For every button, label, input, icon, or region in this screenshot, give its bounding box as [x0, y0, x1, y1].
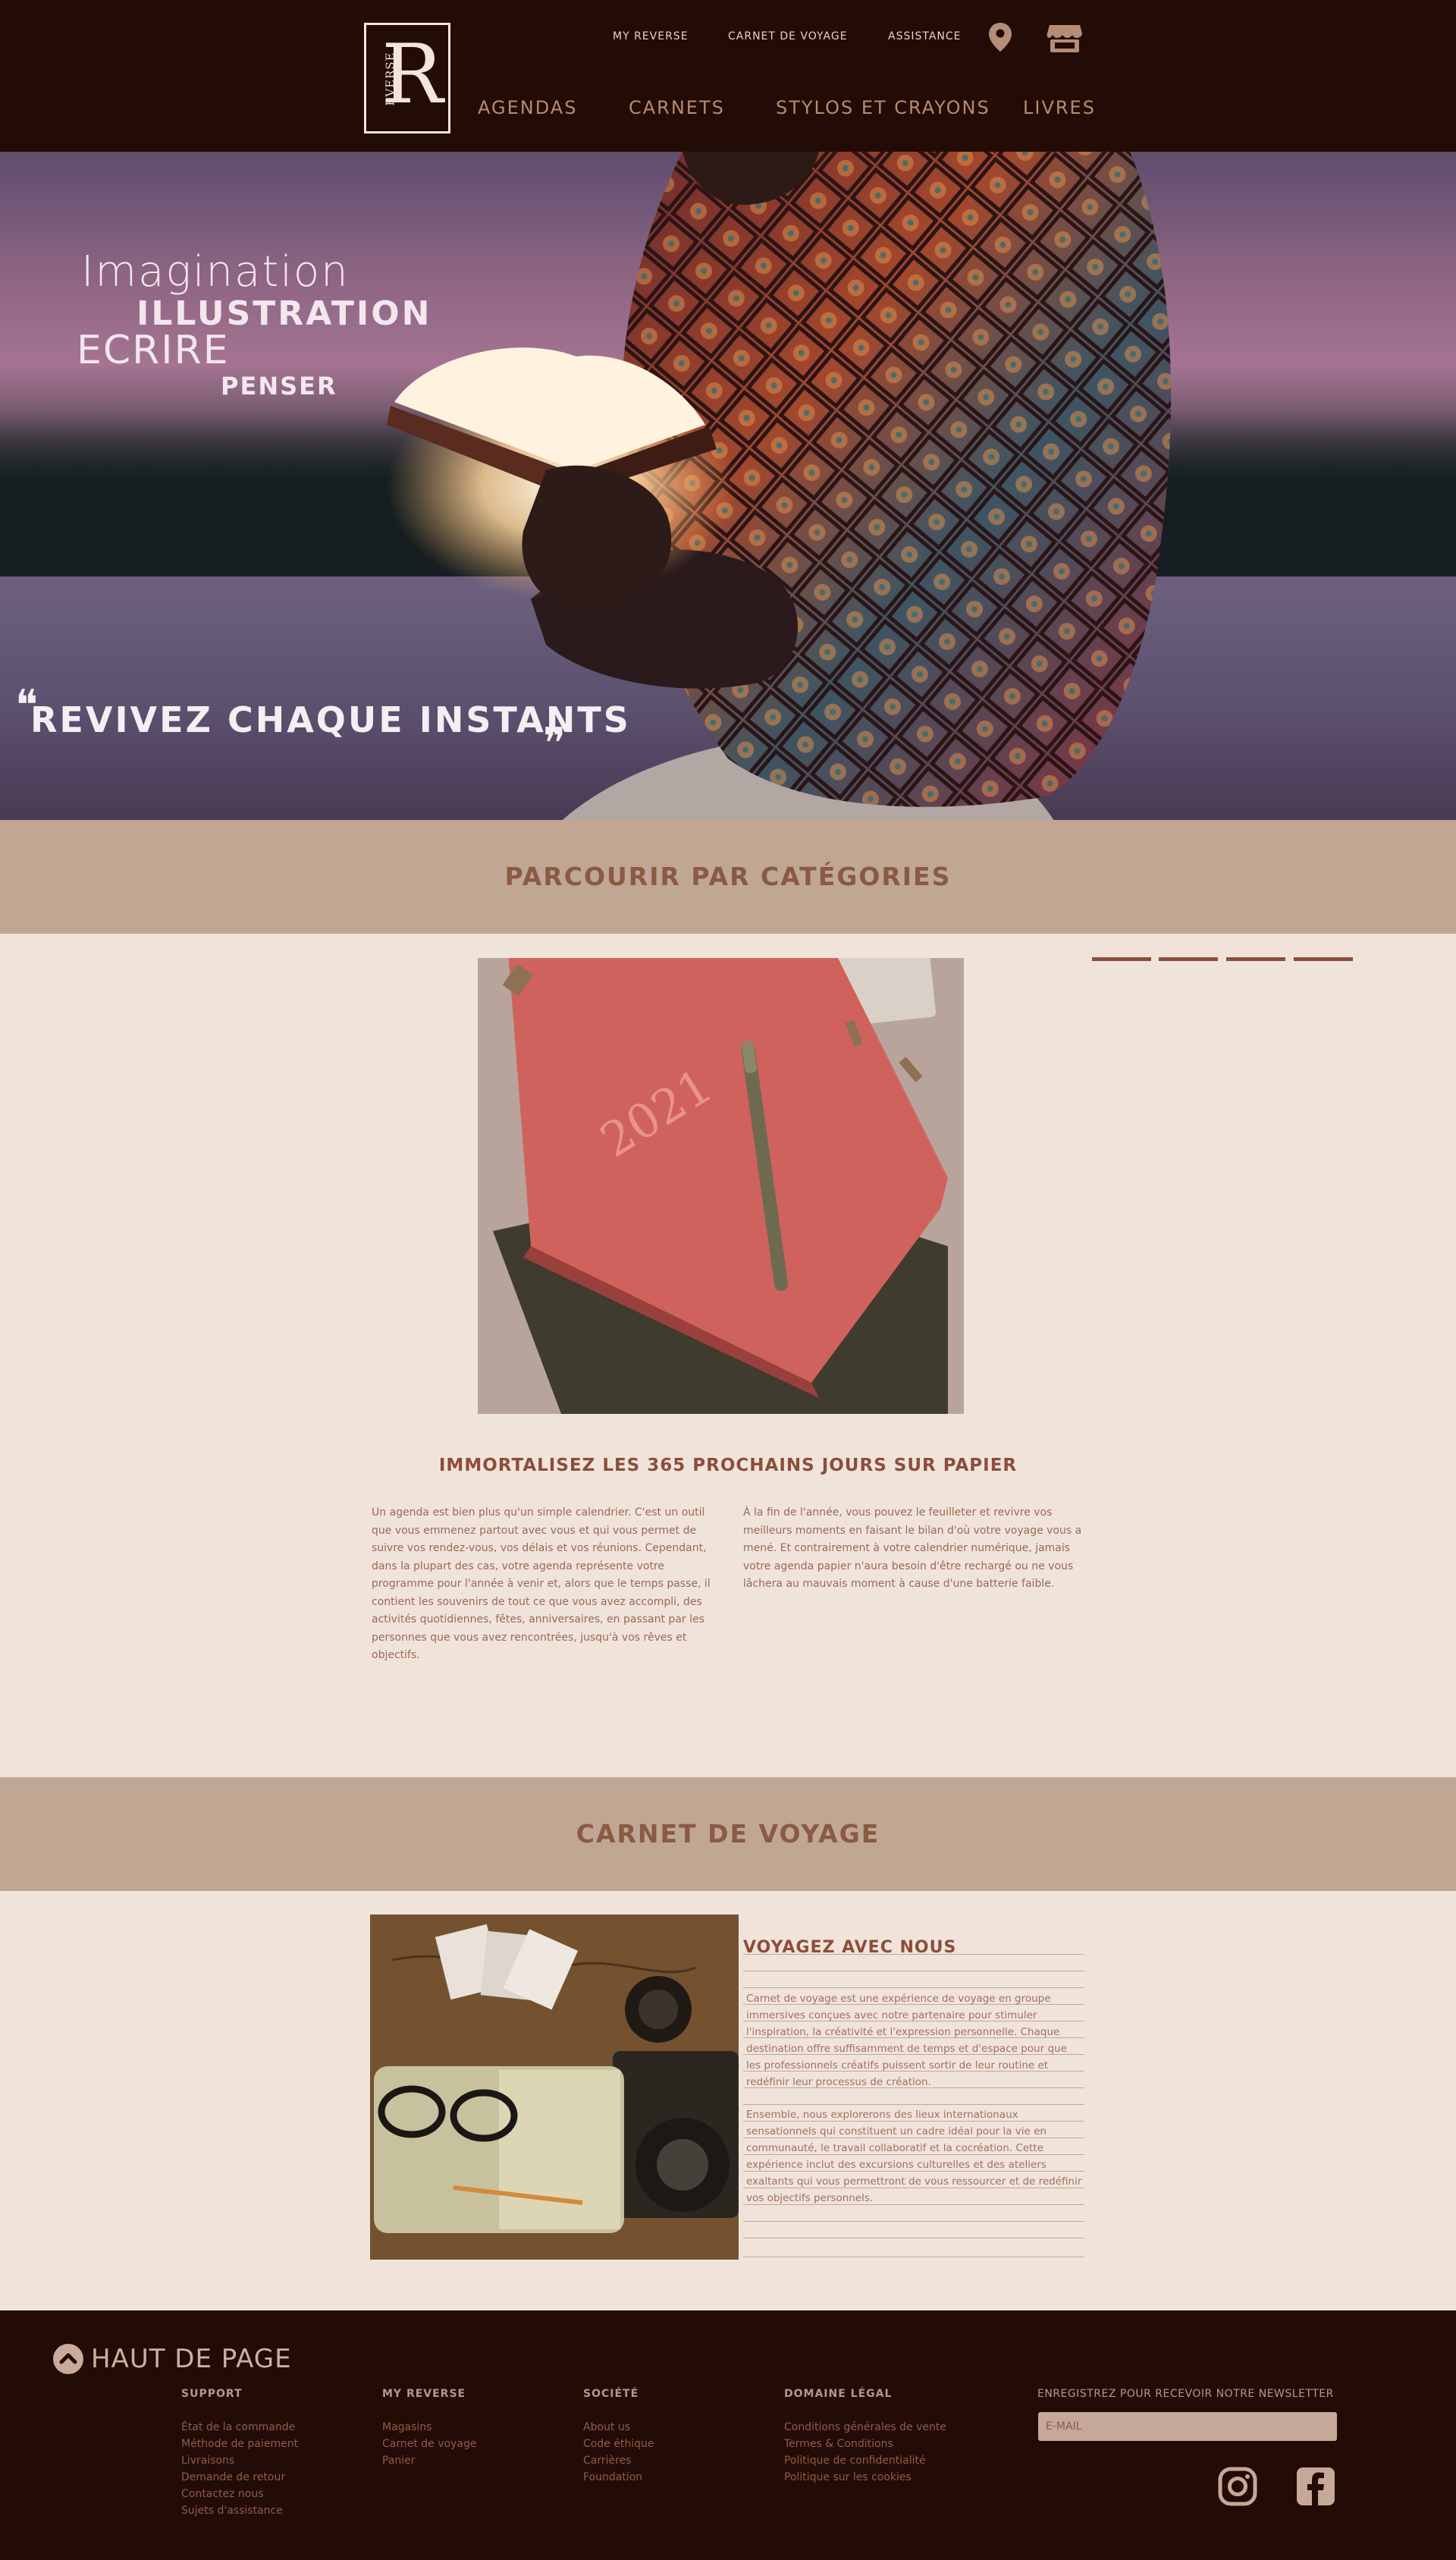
newsletter-label: ENREGISTREZ POUR RECEVOIR NOTRE NEWSLETT…	[1037, 2388, 1334, 2400]
footer-link[interactable]: Méthode de paiement	[181, 2436, 298, 2452]
ruled-line	[743, 2221, 1084, 2222]
ruled-line	[743, 2104, 1084, 2105]
footer-link[interactable]: Livraisons	[181, 2452, 298, 2469]
store-icon[interactable]	[1046, 23, 1083, 56]
footer-link[interactable]: Termes & Conditions	[784, 2436, 946, 2452]
hero-word-ecrire: ECRIRE	[77, 328, 230, 373]
footer-link[interactable]: Sujets d'assistance	[181, 2502, 298, 2519]
footer-link[interactable]: État de la commande	[181, 2419, 298, 2436]
facebook-icon[interactable]	[1295, 2466, 1336, 2510]
footer-link[interactable]: Panier	[382, 2452, 476, 2469]
site-footer: HAUT DE PAGE SUPPORT État de la commande…	[0, 2310, 1456, 2560]
travel-paragraph-1: Carnet de voyage est une expérience de v…	[746, 1993, 1067, 2088]
footer-link[interactable]: Carnet de voyage	[382, 2436, 476, 2452]
nav-livres[interactable]: LIVRES	[1023, 97, 1096, 118]
footer-heading: MY REVERSE	[382, 2388, 466, 2400]
footer-link[interactable]: Carrières	[583, 2452, 654, 2469]
hero-word-penser: PENSER	[221, 372, 337, 400]
footer-link[interactable]: Foundation	[583, 2469, 654, 2486]
footer-column-domaine-legal: DOMAINE LÉGAL Conditions générales de ve…	[784, 2388, 946, 2486]
agenda-paragraph-left: Un agenda est bien plus qu'un simple cal…	[372, 1506, 711, 1661]
nav-agendas[interactable]: AGENDAS	[478, 97, 577, 118]
footer-heading: DOMAINE LÉGAL	[784, 2388, 893, 2400]
travel-band-title: CARNET DE VOYAGE	[576, 1819, 880, 1849]
footer-link[interactable]: Contactez nous	[181, 2486, 298, 2502]
travel-paragraph-2: Ensemble, nous explorerons des lieux int…	[746, 2109, 1082, 2204]
top-link-my-reverse[interactable]: MY REVERSE	[613, 30, 689, 42]
nav-stylos-et-crayons[interactable]: STYLOS ET CRAYONS	[776, 97, 990, 118]
newsletter-email-input[interactable]	[1038, 2412, 1337, 2441]
footer-link[interactable]: About us	[583, 2419, 654, 2436]
back-to-top-button[interactable]: HAUT DE PAGE	[53, 2344, 292, 2374]
footer-link[interactable]: Code éthique	[583, 2436, 654, 2452]
hero-quote: REVIVEZ CHAQUE INSTANTS	[30, 699, 631, 740]
chevron-up-icon	[53, 2344, 83, 2374]
categories-band: PARCOURIR PAR CATÉGORIES	[0, 820, 1456, 934]
travel-photo[interactable]	[370, 1915, 739, 2260]
back-to-top-label: HAUT DE PAGE	[91, 2344, 292, 2374]
logo-wordmark: EVERSE	[383, 52, 397, 106]
top-link-carnet-de-voyage[interactable]: CARNET DE VOYAGE	[728, 30, 848, 42]
footer-column-societe: SOCIÉTÉ About us Code éthique Carrières …	[583, 2388, 654, 2486]
footer-heading: SUPPORT	[181, 2388, 243, 2400]
footer-column-support: SUPPORT État de la commande Méthode de p…	[181, 2388, 298, 2519]
agenda-paragraph-right: À la fin de l'année, vous pouvez le feui…	[743, 1506, 1082, 1590]
hero-word-imagination: Imagination	[81, 247, 350, 297]
instagram-icon[interactable]	[1217, 2466, 1258, 2510]
slider-indicator-3[interactable]	[1226, 957, 1285, 961]
top-link-assistance[interactable]: ASSISTANCE	[888, 30, 962, 42]
footer-link[interactable]: Demande de retour	[181, 2469, 298, 2486]
slider-indicator-2[interactable]	[1159, 957, 1218, 961]
slider-indicator-4[interactable]	[1294, 957, 1353, 961]
footer-heading: SOCIÉTÉ	[583, 2388, 639, 2400]
travel-band: CARNET DE VOYAGE	[0, 1777, 1456, 1891]
slider-indicator-1[interactable]	[1092, 957, 1151, 961]
footer-column-my-reverse: MY REVERSE Magasins Carnet de voyage Pan…	[382, 2388, 476, 2469]
footer-link[interactable]: Politique sur les cookies	[784, 2469, 946, 2486]
footer-link[interactable]: Magasins	[382, 2419, 476, 2436]
location-pin-icon[interactable]	[987, 21, 1013, 56]
hero-banner: Imagination ILLUSTRATION ECRIRE PENSER ❝…	[0, 152, 1456, 820]
categories-title: PARCOURIR PAR CATÉGORIES	[504, 862, 952, 891]
agenda-photo[interactable]: 2021	[478, 958, 964, 1414]
site-header: R EVERSE MY REVERSE CARNET DE VOYAGE ASS…	[0, 0, 1456, 152]
agenda-heading: IMMORTALISEZ LES 365 PROCHAINS JOURS SUR…	[438, 1456, 1018, 1475]
footer-link[interactable]: Conditions générales de vente	[784, 2419, 946, 2436]
footer-link[interactable]: Politique de confidentialité	[784, 2452, 946, 2469]
ruled-line	[743, 1987, 1084, 1988]
nav-carnets[interactable]: CARNETS	[629, 97, 725, 118]
close-quote-icon: ❞	[543, 719, 566, 768]
ruled-line	[743, 1954, 1084, 1955]
brand-logo[interactable]: R EVERSE	[364, 23, 450, 133]
